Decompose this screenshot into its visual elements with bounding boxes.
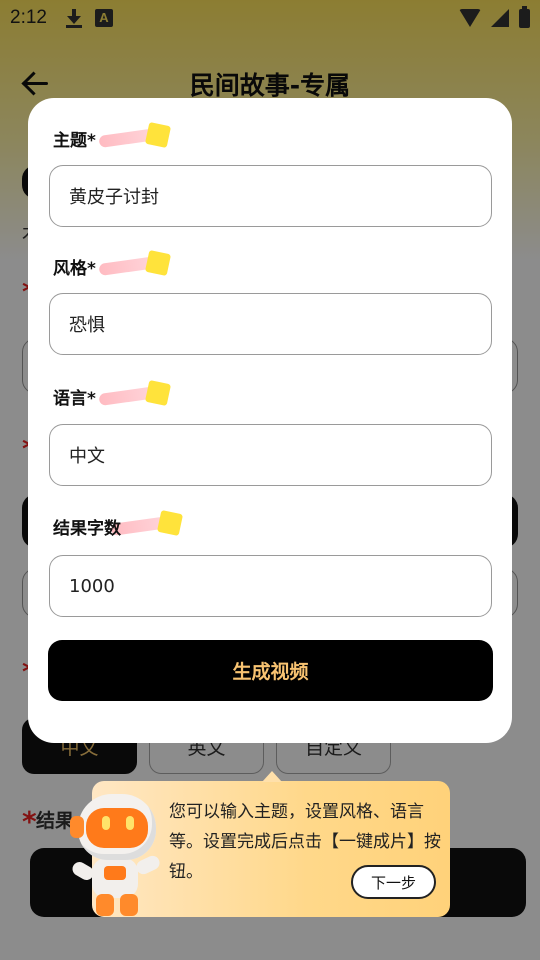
story-settings-modal: 主题* 风格* 语言* 结果字数 生成视频	[28, 98, 512, 743]
generate-video-button[interactable]: 生成视频	[48, 640, 493, 701]
tooltip-arrow	[262, 771, 282, 782]
word-count-input[interactable]	[49, 555, 492, 617]
topic-label: 主题*	[53, 121, 172, 151]
word-count-label: 结果字数	[53, 509, 184, 539]
label-highlight-decoration	[93, 120, 172, 150]
language-input[interactable]	[49, 424, 492, 486]
topic-input[interactable]	[49, 165, 492, 227]
language-label: 语言*	[53, 379, 172, 409]
style-label: 风格*	[53, 249, 172, 279]
label-highlight-decoration	[93, 378, 172, 408]
next-step-button[interactable]: 下一步	[351, 865, 436, 899]
robot-mascot-icon	[66, 790, 166, 920]
style-input[interactable]	[49, 293, 492, 355]
label-highlight-decoration	[93, 248, 172, 278]
